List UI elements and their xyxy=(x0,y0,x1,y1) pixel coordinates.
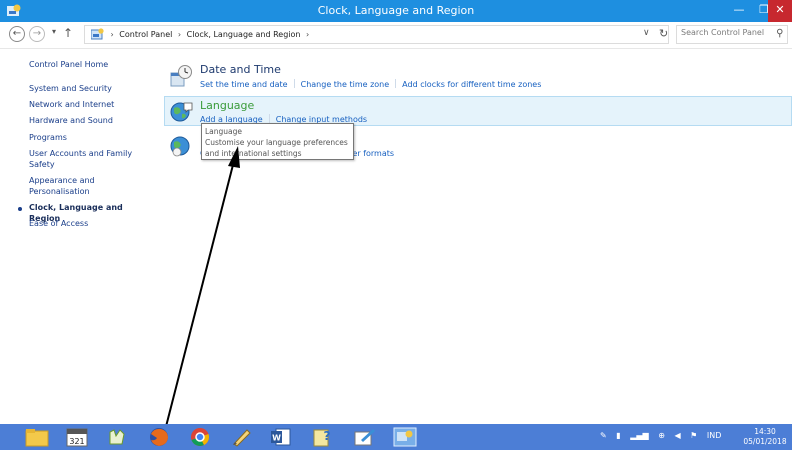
pen-icon[interactable]: ✎ xyxy=(600,431,607,440)
date-time-title[interactable]: Date and Time xyxy=(200,63,281,76)
word-icon[interactable]: W xyxy=(268,426,294,448)
region-globe-icon[interactable] xyxy=(169,134,193,158)
signal-icon[interactable]: ▂▄▆ xyxy=(630,431,648,440)
sidebar-item-ease-of-access[interactable]: Ease of Access xyxy=(29,218,149,229)
flag-icon[interactable]: ⚑ xyxy=(690,431,697,440)
svg-text:321: 321 xyxy=(69,437,84,446)
sidebar-item-programs[interactable]: Programs xyxy=(29,132,149,143)
refresh-button[interactable]: ↻ xyxy=(659,27,668,40)
network-icon[interactable]: ⊕ xyxy=(658,431,665,440)
link-divider xyxy=(395,79,397,88)
tooltip-line-2: and international settings xyxy=(205,149,302,158)
breadcrumb-separator[interactable]: › xyxy=(178,30,181,39)
sidebar-item-hardware-sound[interactable]: Hardware and Sound xyxy=(29,115,149,126)
add-clocks-link[interactable]: Add clocks for different time zones xyxy=(402,80,541,89)
svg-text:?: ? xyxy=(324,429,331,443)
search-icon[interactable]: ⚲ xyxy=(776,28,783,39)
help-icon[interactable]: ? xyxy=(310,426,336,448)
search-box[interactable]: ⚲ xyxy=(676,25,788,44)
breadcrumb: › Control Panel › Clock, Language and Re… xyxy=(91,28,312,40)
date-time-links: Set the time and date Change the time zon… xyxy=(200,79,541,89)
search-input[interactable] xyxy=(681,28,767,37)
language-globe-icon[interactable] xyxy=(169,100,193,124)
breadcrumb-separator[interactable]: › xyxy=(306,30,309,39)
system-tray: ✎ ▮ ▂▄▆ ⊕ ◀ ⚑ IND xyxy=(600,431,728,440)
control-panel-icon[interactable] xyxy=(392,426,418,448)
paint-tool-icon[interactable] xyxy=(229,426,255,448)
change-time-zone-link[interactable]: Change the time zone xyxy=(301,80,390,89)
control-panel-icon xyxy=(91,28,104,40)
firefox-icon[interactable] xyxy=(146,426,172,448)
category-language[interactable]: Language Add a language Change input meth… xyxy=(164,96,792,126)
clock-date: 05/01/2018 xyxy=(743,437,787,446)
address-box[interactable]: › Control Panel › Clock, Language and Re… xyxy=(84,25,669,44)
recent-locations-button[interactable]: ▾ xyxy=(52,27,56,36)
language-title[interactable]: Language xyxy=(200,99,254,112)
window-title: Clock, Language and Region xyxy=(317,4,475,17)
keyboard-language[interactable]: IND xyxy=(707,431,722,440)
sidebar-item-appearance[interactable]: Appearance and Personalisation xyxy=(29,175,109,197)
minimize-button[interactable]: — xyxy=(726,0,752,22)
tooltip-line-1: Customise your language preferences xyxy=(205,138,348,147)
svg-text:W: W xyxy=(272,434,281,443)
link-divider xyxy=(268,114,270,123)
taskbar: 321 W ? ✎ ▮ ▂▄▆ ⊕ ◀ ⚑ IND 14:30 05/01/20… xyxy=(0,424,792,450)
chrome-icon[interactable] xyxy=(187,426,213,448)
back-button[interactable]: ← xyxy=(9,26,25,42)
address-bar: ← → ▾ ↑ › Control Panel › Clock, Languag… xyxy=(0,22,792,49)
sidebar-item-network-internet[interactable]: Network and Internet xyxy=(29,99,149,110)
sidebar-item-system-security[interactable]: System and Security xyxy=(29,83,149,94)
battery-icon[interactable]: ▮ xyxy=(616,431,620,440)
clock-time: 14:30 xyxy=(754,427,776,436)
annotation-arrow-line xyxy=(159,156,236,450)
up-button[interactable]: ↑ xyxy=(63,26,73,40)
link-divider xyxy=(293,79,295,88)
volume-icon[interactable]: ◀ xyxy=(674,431,680,440)
close-button[interactable]: ✕ xyxy=(768,0,792,22)
hand-app-icon[interactable] xyxy=(104,426,130,448)
clock-icon[interactable] xyxy=(169,64,193,88)
notepad-icon[interactable] xyxy=(351,426,377,448)
file-explorer-icon[interactable] xyxy=(24,426,50,448)
taskbar-clock[interactable]: 14:30 05/01/2018 xyxy=(740,427,790,447)
calendar-icon[interactable]: 321 xyxy=(64,426,90,448)
sidebar-home-link[interactable]: Control Panel Home xyxy=(29,59,149,70)
sidebar-item-user-accounts[interactable]: User Accounts and Family Safety xyxy=(29,148,139,170)
title-bar: Clock, Language and Region — ❐ ✕ xyxy=(0,0,792,22)
breadcrumb-control-panel[interactable]: Control Panel xyxy=(119,30,172,39)
set-time-date-link[interactable]: Set the time and date xyxy=(200,80,288,89)
breadcrumb-clock-language-region[interactable]: Clock, Language and Region xyxy=(187,30,301,39)
current-item-bullet xyxy=(18,207,22,211)
tooltip-title: Language xyxy=(205,127,243,136)
breadcrumb-separator: › xyxy=(110,30,114,39)
language-tooltip: Language Customise your language prefere… xyxy=(201,123,354,160)
forward-button[interactable]: → xyxy=(29,26,45,42)
address-dropdown-button[interactable]: ∨ xyxy=(643,28,650,38)
